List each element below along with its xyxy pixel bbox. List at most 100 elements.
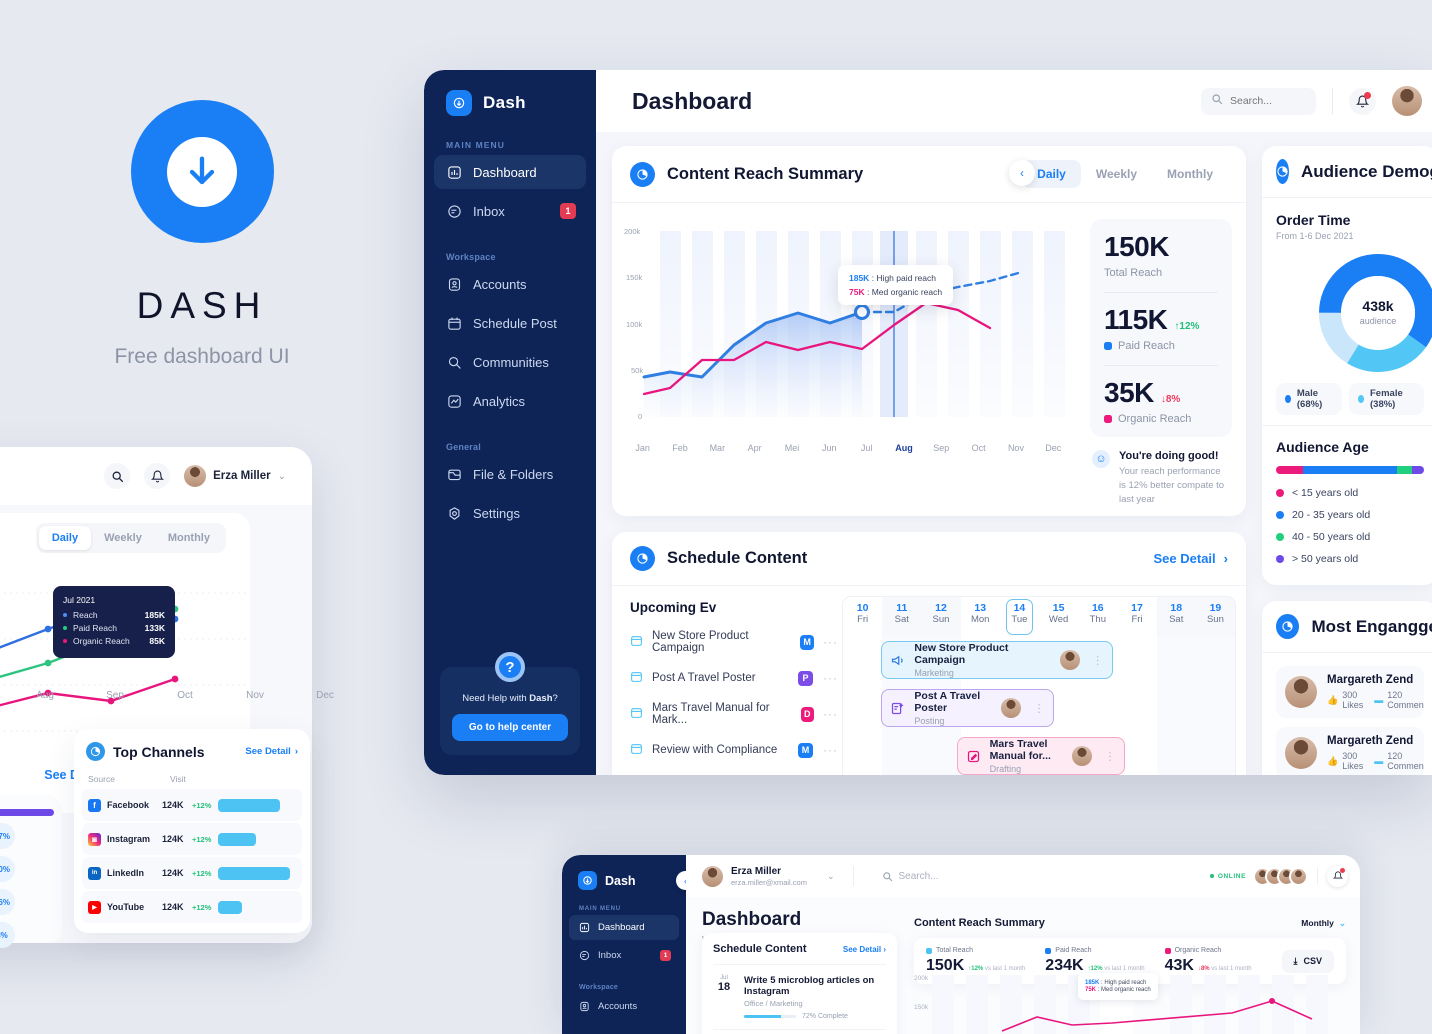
card-title: Schedule Content: [713, 943, 807, 955]
table-row[interactable]: ◙ Instagram 124K +12%: [82, 823, 302, 855]
search-box[interactable]: [1201, 87, 1316, 115]
calendar-day[interactable]: 18 Sat: [1156, 597, 1196, 638]
calendar-day[interactable]: 19 Sun: [1195, 597, 1235, 638]
engaged-metrics: 👍 300 Likes ▬ 120 Commen: [1327, 751, 1424, 771]
tab-weekly[interactable]: Weekly: [1081, 160, 1152, 188]
sidebar-item-label: Accounts: [598, 1001, 638, 1012]
bell-icon[interactable]: [144, 463, 171, 489]
calendar-event[interactable]: Post A Travel Poster Posting ···: [881, 689, 1054, 728]
chart-svg: 200k 150k 100k 50k 0: [624, 227, 1065, 421]
sidebar-item-settings[interactable]: Settings: [434, 496, 586, 530]
calendar-day[interactable]: 17 Fri: [1117, 597, 1156, 637]
list-item[interactable]: Margareth Zend 👍 300 Likes ▬ 120 Commen: [1276, 666, 1424, 718]
card-title: Content Reach Summary: [914, 917, 1045, 929]
more-options-icon[interactable]: ···: [1033, 703, 1045, 714]
linkedin-icon: in: [88, 866, 101, 880]
tab-monthly[interactable]: Monthly: [155, 526, 223, 550]
channel-delta: +12%: [192, 902, 212, 912]
left-card-user[interactable]: Erza Miller ⌄: [184, 465, 286, 487]
calendar-day[interactable]: 10 Fri: [843, 597, 882, 637]
event-sub: Drafting: [989, 764, 1022, 775]
left-card-topbar: Erza Miller ⌄: [0, 447, 312, 505]
sidebar-item-accounts[interactable]: Accounts: [569, 994, 679, 1019]
sidebar-item-dashboard[interactable]: Dashboard: [434, 155, 586, 189]
sidebar-brand[interactable]: Dash: [424, 70, 596, 116]
search-icon[interactable]: [104, 463, 131, 489]
calendar-event[interactable]: New Store Product Campaign Marketing ···: [881, 641, 1113, 680]
dash-logo: [130, 100, 274, 243]
more-options-icon[interactable]: ···: [822, 671, 838, 685]
list-item[interactable]: Margareth Zend 👍 300 Likes ▬ 120 Commen: [1276, 727, 1424, 775]
bell-icon[interactable]: [1327, 865, 1348, 887]
more-options-icon[interactable]: ···: [1092, 655, 1104, 666]
legend-female: Female (38%): [1349, 383, 1424, 415]
sidebar-item-accounts[interactable]: Accounts: [434, 267, 586, 301]
table-row[interactable]: ▶ YouTube 124K +12%: [82, 891, 302, 923]
sidebar-item-inbox[interactable]: Inbox 1: [569, 943, 679, 968]
schedule-body: Upcoming Ev New Store Product Campaign M…: [612, 585, 1246, 775]
calendar-day[interactable]: 13 Mon: [961, 597, 1000, 637]
more-options-icon[interactable]: ···: [823, 635, 838, 649]
chevron-down-icon[interactable]: ⌄: [278, 471, 286, 482]
task-progress: 72% Complete: [744, 1013, 886, 1020]
thumbs-up-icon: 👍: [1327, 694, 1339, 705]
calendar-day[interactable]: 12 Sun: [921, 597, 961, 638]
see-detail-label: See Detail: [245, 746, 291, 757]
more-options-icon[interactable]: ···: [1104, 751, 1116, 762]
calendar-day[interactable]: 16 Thu: [1078, 597, 1117, 637]
period-select[interactable]: Monthly ⌄: [1301, 918, 1346, 929]
tab-monthly[interactable]: Monthly: [1152, 160, 1228, 188]
task-item[interactable]: Jul Publish 20 post on Dribbbles: [713, 1029, 886, 1034]
left-period-tabs[interactable]: Daily Weekly Monthly: [35, 523, 226, 553]
sidebar-item-file-folders[interactable]: File & Folders: [434, 457, 586, 491]
bell-icon[interactable]: [1349, 87, 1376, 115]
sidebar-item-inbox[interactable]: Inbox 1: [434, 194, 586, 228]
sidebar-collapse-button[interactable]: ‹: [1009, 160, 1035, 186]
table-row[interactable]: f Facebook 124K +12%: [82, 789, 302, 821]
more-options-icon[interactable]: ···: [822, 743, 838, 757]
channel-delta: +12%: [192, 834, 212, 844]
list-item[interactable]: Public Holiday ···: [630, 768, 838, 775]
list-item[interactable]: Post A Travel Poster P ···: [630, 660, 838, 696]
sidebar-item-schedule-post[interactable]: Schedule Post: [434, 306, 586, 340]
list-item[interactable]: Review with Compliance M ···: [630, 732, 838, 768]
task-item[interactable]: Jul 18 Write 5 microblog articles on Ins…: [713, 964, 886, 1020]
csv-download-button[interactable]: ⤓ CSV: [1281, 949, 1334, 973]
engaged-header: Most Engangge: [1262, 601, 1432, 652]
sidebar-item-label: Inbox: [473, 203, 505, 219]
tab-weekly[interactable]: Weekly: [91, 526, 155, 550]
more-options-icon[interactable]: ···: [823, 707, 838, 721]
avatar[interactable]: [1392, 86, 1422, 116]
see-detail-link[interactable]: See Detail ›: [1154, 551, 1229, 566]
user-menu[interactable]: Erza Miller erza.miller@xmail.com ⌄: [702, 865, 835, 887]
bottom-sidebar-brand[interactable]: Dash: [562, 855, 686, 890]
help-center-button[interactable]: Go to help center: [452, 714, 568, 741]
see-detail-link[interactable]: See Detail ›: [843, 945, 886, 954]
chevron-down-icon[interactable]: ⌄: [827, 871, 835, 882]
calendar-day[interactable]: 11 Sat: [882, 597, 922, 638]
reach-line-chart: 200k 150k 100k 50k 0 Jan Feb Mar Apr Mei…: [612, 203, 1080, 463]
tooltip-label: : Med organic reach: [1097, 987, 1151, 993]
audience-donut: 438k audience: [1300, 247, 1432, 379]
csv-label: CSV: [1303, 956, 1322, 966]
divider: [1104, 292, 1218, 293]
calendar-day-selected[interactable]: 14 Tue: [1000, 597, 1039, 637]
search-box[interactable]: Search...: [882, 871, 939, 882]
list-item[interactable]: New Store Product Campaign M ···: [630, 624, 838, 660]
sidebar-item-analytics[interactable]: Analytics: [434, 384, 586, 418]
channel-bar: [218, 900, 242, 914]
tooltip-row: Organic Reach 85K: [63, 636, 165, 646]
sidebar-item-dashboard[interactable]: Dashboard: [569, 915, 679, 940]
calendar-day[interactable]: 15 Wed: [1039, 597, 1078, 637]
analytics-icon: [446, 393, 462, 409]
event-title: Mars Travel Manual for...: [989, 738, 1051, 763]
period-tabs[interactable]: Daily Weekly Monthly: [1022, 160, 1228, 188]
table-row[interactable]: in LinkedIn 124K +12%: [82, 857, 302, 889]
sidebar-item-communities[interactable]: Communities: [434, 345, 586, 379]
search-input[interactable]: [1230, 95, 1302, 107]
reach-header: Content Reach Summary Monthly ⌄: [914, 917, 1346, 929]
see-detail-link[interactable]: See Detail ›: [245, 746, 298, 757]
list-item[interactable]: Mars Travel Manual for Mark... D ···: [630, 696, 838, 732]
tab-daily[interactable]: Daily: [38, 526, 92, 550]
calendar-event[interactable]: Mars Travel Manual for... Drafting ···: [956, 737, 1126, 775]
